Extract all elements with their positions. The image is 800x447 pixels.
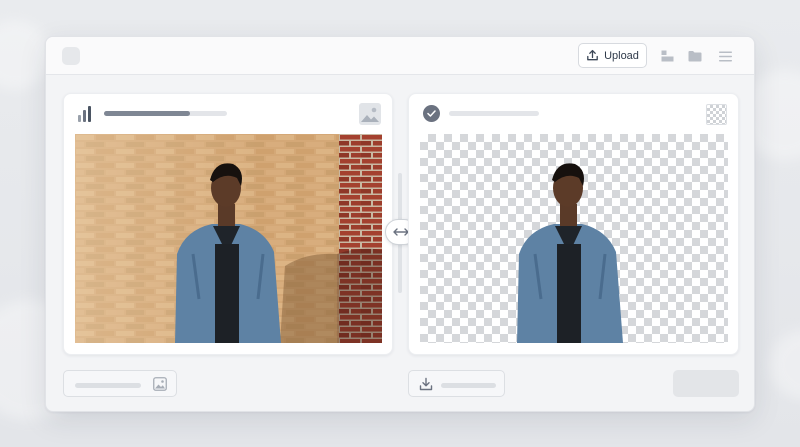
upload-button[interactable]: Upload	[578, 43, 647, 68]
status-placeholder	[449, 111, 539, 116]
original-photo	[75, 134, 382, 343]
progress-bar	[104, 111, 227, 116]
bar-chart-icon	[78, 106, 96, 122]
cutout-person	[517, 163, 623, 343]
app-logo	[62, 47, 80, 65]
bokeh-circle	[0, 20, 50, 90]
image-icon	[153, 377, 167, 391]
upload-label: Upload	[604, 49, 639, 62]
original-image-panel	[63, 93, 393, 355]
photo-scene	[75, 134, 382, 343]
result-image-panel	[408, 93, 739, 355]
progress-fill	[104, 111, 191, 116]
check-icon	[423, 105, 440, 122]
layout-icon[interactable]	[659, 48, 675, 64]
button-placeholder	[441, 383, 496, 388]
image-icon[interactable]	[359, 103, 381, 125]
folder-icon[interactable]	[687, 48, 703, 64]
upload-icon	[587, 49, 598, 61]
app-window: Upload	[45, 36, 755, 412]
toolbar: Upload	[46, 37, 754, 75]
primary-action-button[interactable]	[673, 370, 739, 397]
background-removed-photo	[420, 134, 728, 343]
bokeh-circle	[770, 330, 800, 400]
button-placeholder	[75, 383, 141, 388]
menu-icon[interactable]	[717, 48, 733, 64]
download-button[interactable]	[408, 370, 505, 397]
download-icon	[419, 377, 433, 391]
transparency-icon[interactable]	[706, 104, 727, 125]
choose-image-button[interactable]	[63, 370, 177, 397]
